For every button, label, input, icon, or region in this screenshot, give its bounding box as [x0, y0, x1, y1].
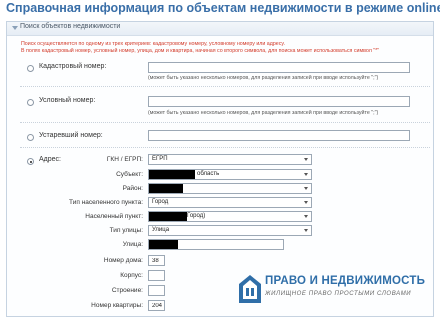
- panel-title: Поиск объектов недвижимости: [20, 23, 121, 30]
- conditional-label: Условный номер:: [39, 97, 96, 104]
- cadastral-label: Кадастровый номер:: [39, 63, 107, 70]
- flat-input[interactable]: [148, 300, 165, 311]
- divider: [20, 147, 430, 148]
- address-label: Адрес:: [39, 156, 61, 163]
- chevron-down-icon: [304, 201, 308, 204]
- chevron-down-icon: [304, 158, 308, 161]
- settlement-type-label: Тип населенного пункта:: [69, 199, 143, 206]
- chevron-down-icon: [304, 215, 308, 218]
- chevron-down-icon: [304, 173, 308, 176]
- cadastral-input[interactable]: [148, 62, 410, 73]
- gkn-select[interactable]: ЕГРП: [148, 154, 312, 165]
- address-radio[interactable]: [27, 158, 34, 165]
- brand-logo: ПРАВО И НЕДВИЖИМОСТЬ ЖИЛИЩНОЕ ПРАВО ПРОС…: [238, 272, 438, 316]
- divider: [20, 122, 430, 123]
- building-label: Корпус:: [120, 272, 143, 279]
- district-label: Район:: [122, 185, 143, 192]
- house-label: Номер дома:: [103, 257, 143, 264]
- flat-label: Номер квартиры:: [91, 302, 143, 309]
- collapse-triangle-icon[interactable]: [12, 26, 18, 30]
- obsolete-label: Устаревший номер:: [39, 132, 103, 139]
- structure-input[interactable]: [148, 285, 165, 296]
- panel-header[interactable]: Поиск объектов недвижимости: [7, 22, 433, 36]
- conditional-input[interactable]: [148, 96, 410, 107]
- gkn-value: ЕГРП: [152, 156, 168, 162]
- divider: [20, 86, 430, 87]
- page-title: Справочная информация по объектам недвиж…: [6, 1, 440, 15]
- logo-title: ПРАВО И НЕДВИЖИМОСТЬ: [265, 275, 426, 287]
- redaction-block: [149, 240, 178, 249]
- structure-label: Строение:: [111, 287, 143, 294]
- subject-label: Субъект:: [116, 171, 143, 178]
- conditional-radio[interactable]: [27, 99, 34, 106]
- redaction-block: [149, 170, 195, 179]
- chevron-down-icon: [304, 229, 308, 232]
- cadastral-radio[interactable]: [27, 65, 34, 72]
- house-logo-icon: [239, 275, 261, 303]
- settlement-label: Населенный пункт:: [85, 213, 143, 220]
- obsolete-radio[interactable]: [27, 134, 34, 141]
- settlement-value: Город): [187, 213, 206, 219]
- obsolete-input[interactable]: [148, 130, 410, 141]
- hint-line-2: В полях кадастровый номер, условный номе…: [21, 48, 380, 54]
- conditional-note: (может быть указано несколько номеров, д…: [148, 110, 379, 116]
- street-type-value: Улица: [152, 227, 170, 233]
- settlement-type-value: Город: [152, 199, 169, 205]
- street-type-select[interactable]: Улица: [148, 225, 312, 236]
- street-label: Улица:: [122, 241, 143, 248]
- chevron-down-icon: [304, 187, 308, 190]
- settlement-type-select[interactable]: Город: [148, 197, 312, 208]
- house-input[interactable]: [148, 255, 165, 266]
- logo-subtitle: ЖИЛИЩНОЕ ПРАВО ПРОСТЫМИ СЛОВАМИ: [265, 291, 412, 297]
- gkn-label: ГКН / ЕГРП:: [106, 156, 143, 163]
- building-input[interactable]: [148, 270, 165, 281]
- redaction-block: [149, 212, 187, 221]
- street-type-label: Тип улицы:: [109, 227, 143, 234]
- cadastral-note: (может быть указано несколько номеров, д…: [148, 75, 379, 81]
- hint-line-1: Поиск осуществляется по одному из трех к…: [21, 41, 285, 47]
- subject-value: область: [197, 171, 220, 177]
- redaction-block: [149, 184, 183, 193]
